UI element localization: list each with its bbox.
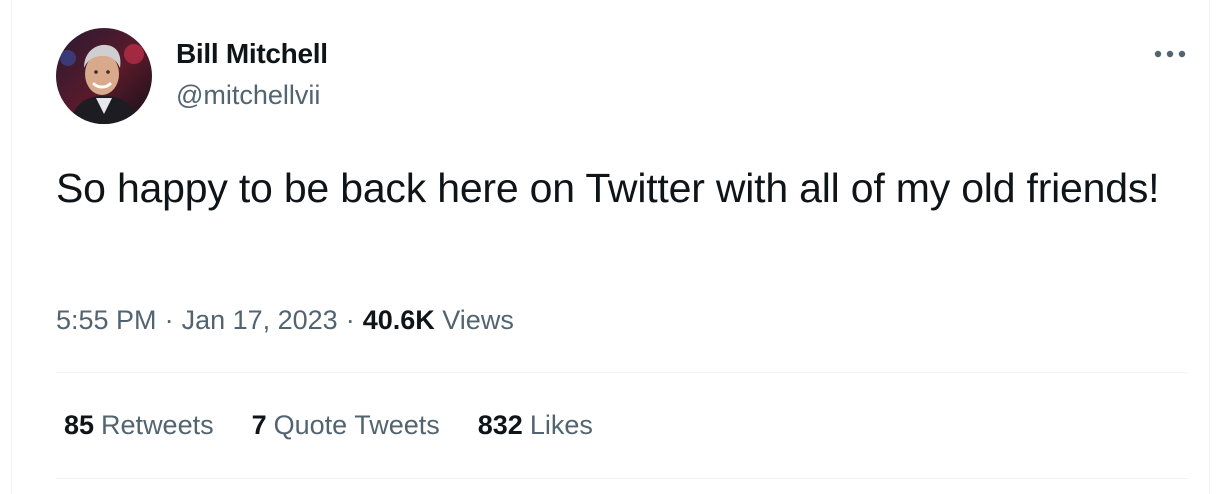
tweet-date[interactable]: Jan 17, 2023 <box>182 305 338 335</box>
retweets-stat[interactable]: 85 Retweets <box>64 410 214 441</box>
profile-photo-icon <box>56 28 152 124</box>
separator-dot: · <box>345 305 355 335</box>
avatar[interactable] <box>56 28 152 124</box>
divider <box>56 372 1188 373</box>
views-count: 40.6K <box>362 305 435 335</box>
retweets-label: Retweets <box>101 410 214 440</box>
views-label: Views <box>442 305 514 335</box>
quote-tweets-stat[interactable]: 7 Quote Tweets <box>252 410 440 441</box>
quote-tweets-label: Quote Tweets <box>273 410 440 440</box>
retweets-count: 85 <box>64 410 95 440</box>
more-horizontal-icon <box>1154 50 1186 58</box>
likes-count: 832 <box>477 410 523 440</box>
tweet-text: So happy to be back here on Twitter with… <box>56 165 1160 211</box>
divider <box>56 478 1188 479</box>
author-display-name[interactable]: Bill Mitchell <box>176 38 328 70</box>
engagement-stats: 85 Retweets 7 Quote Tweets 832 Likes <box>64 410 593 441</box>
more-options-button[interactable] <box>1148 36 1192 72</box>
likes-stat[interactable]: 832 Likes <box>478 410 593 441</box>
quote-tweets-count: 7 <box>251 410 267 440</box>
tweet-page: Bill Mitchell @mitchellvii So happy to b… <box>0 0 1228 494</box>
likes-label: Likes <box>529 410 593 440</box>
tweet-card: Bill Mitchell @mitchellvii So happy to b… <box>11 0 1210 494</box>
tweet-time[interactable]: 5:55 PM <box>56 305 157 335</box>
author-handle[interactable]: @mitchellvii <box>176 80 320 111</box>
separator-dot: · <box>164 305 174 335</box>
tweet-metadata: 5:55 PM · Jan 17, 2023 · 40.6K Views <box>56 305 514 336</box>
